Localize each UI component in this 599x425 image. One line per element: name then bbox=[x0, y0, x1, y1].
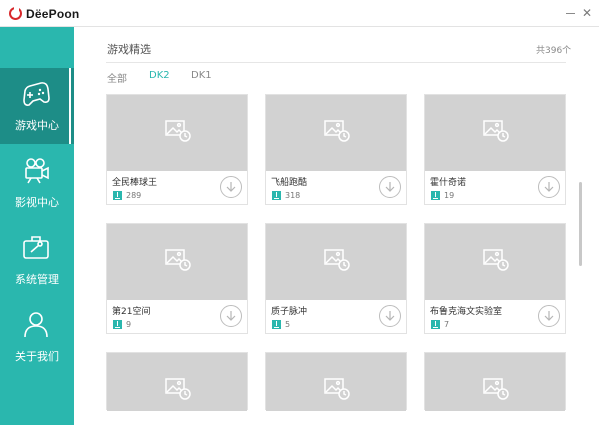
logo-icon bbox=[9, 6, 22, 20]
download-button[interactable] bbox=[538, 176, 560, 198]
image-placeholder-icon bbox=[324, 120, 350, 142]
sidebar-item-game-center[interactable]: 游戏中心 bbox=[0, 68, 74, 144]
download-count: 5 bbox=[285, 320, 291, 329]
download-count: 9 bbox=[126, 320, 132, 329]
game-thumbnail bbox=[266, 353, 406, 411]
download-arrow-icon bbox=[544, 182, 554, 192]
image-placeholder-icon bbox=[483, 378, 509, 400]
download-arrow-icon bbox=[544, 311, 554, 321]
tab-dk1[interactable]: DK1 bbox=[191, 70, 212, 81]
game-thumbnail bbox=[266, 224, 406, 300]
sidebar-item-movie-center[interactable]: 影视中心 bbox=[0, 145, 74, 221]
image-placeholder-icon bbox=[483, 120, 509, 142]
download-button[interactable] bbox=[379, 176, 401, 198]
scrollbar-thumb[interactable] bbox=[579, 182, 582, 266]
close-button[interactable]: ✕ bbox=[578, 4, 596, 22]
gamepad-icon bbox=[23, 82, 50, 106]
image-placeholder-icon bbox=[483, 249, 509, 271]
download-count: 318 bbox=[285, 191, 301, 200]
download-button[interactable] bbox=[220, 176, 242, 198]
game-name: 霍什奇诺 bbox=[430, 178, 467, 188]
game-card[interactable]: 霍什奇诺 19 bbox=[424, 94, 566, 205]
total-count: 共396个 bbox=[536, 46, 572, 56]
game-thumbnail bbox=[425, 95, 565, 171]
download-count-icon bbox=[272, 191, 281, 200]
header-divider bbox=[106, 62, 566, 63]
download-count-icon bbox=[113, 320, 122, 329]
app-logo: DëePoon bbox=[9, 6, 79, 21]
download-arrow-icon bbox=[226, 311, 236, 321]
minimize-button[interactable] bbox=[561, 4, 579, 22]
download-count-icon bbox=[431, 191, 440, 200]
game-thumbnail bbox=[266, 95, 406, 171]
download-count-icon bbox=[272, 320, 281, 329]
download-arrow-icon bbox=[226, 182, 236, 192]
download-count: 289 bbox=[126, 191, 142, 200]
game-name: 布鲁克海文实验室 bbox=[430, 307, 503, 317]
image-placeholder-icon bbox=[165, 120, 191, 142]
game-name: 飞船跑酷 bbox=[271, 178, 308, 188]
title-bar: DëePoon ✕ bbox=[0, 0, 599, 27]
toolbox-icon bbox=[23, 236, 49, 259]
game-card[interactable]: 第21空间 9 bbox=[106, 223, 248, 334]
game-name: 第21空间 bbox=[112, 307, 151, 317]
game-thumbnail bbox=[425, 353, 565, 411]
sidebar-item-label: 游戏中心 bbox=[15, 119, 59, 132]
section-title: 游戏精选 bbox=[107, 43, 151, 56]
image-placeholder-icon bbox=[165, 249, 191, 271]
game-thumbnail bbox=[425, 224, 565, 300]
game-thumbnail bbox=[107, 95, 247, 171]
image-placeholder-icon bbox=[165, 378, 191, 400]
game-card[interactable]: 布鲁克海文实验室 7 bbox=[424, 223, 566, 334]
game-name: 质子脉冲 bbox=[271, 307, 308, 317]
sidebar-item-label: 影视中心 bbox=[15, 196, 59, 209]
user-icon bbox=[24, 312, 48, 338]
download-arrow-icon bbox=[385, 311, 395, 321]
game-card[interactable]: 飞船跑酷 318 bbox=[265, 94, 407, 205]
download-count-icon bbox=[113, 191, 122, 200]
movie-camera-icon bbox=[25, 158, 49, 184]
game-card[interactable]: 全民棒球王 289 bbox=[106, 94, 248, 205]
brand-name: DëePoon bbox=[26, 6, 80, 21]
download-button[interactable] bbox=[379, 305, 401, 327]
download-count: 7 bbox=[444, 320, 450, 329]
minimize-icon bbox=[565, 13, 575, 14]
tab-dk2[interactable]: DK2 bbox=[149, 70, 170, 81]
download-count: 19 bbox=[444, 191, 455, 200]
game-card[interactable] bbox=[106, 352, 248, 411]
sidebar: 游戏中心 影视中心 系统管理 关于我们 bbox=[0, 27, 74, 425]
game-card[interactable] bbox=[265, 352, 407, 411]
game-card[interactable]: 质子脉冲 5 bbox=[265, 223, 407, 334]
download-count-icon bbox=[431, 320, 440, 329]
image-placeholder-icon bbox=[324, 249, 350, 271]
game-card[interactable] bbox=[424, 352, 566, 411]
game-thumbnail bbox=[107, 224, 247, 300]
download-arrow-icon bbox=[385, 182, 395, 192]
sidebar-item-label: 系统管理 bbox=[15, 273, 59, 286]
download-button[interactable] bbox=[538, 305, 560, 327]
sidebar-item-about-us[interactable]: 关于我们 bbox=[0, 299, 74, 375]
image-placeholder-icon bbox=[324, 378, 350, 400]
game-name: 全民棒球王 bbox=[112, 178, 158, 188]
sidebar-item-label: 关于我们 bbox=[15, 350, 59, 363]
tab-all[interactable]: 全部 bbox=[107, 70, 127, 85]
download-button[interactable] bbox=[220, 305, 242, 327]
game-thumbnail bbox=[107, 353, 247, 411]
sidebar-item-system-management[interactable]: 系统管理 bbox=[0, 222, 74, 298]
